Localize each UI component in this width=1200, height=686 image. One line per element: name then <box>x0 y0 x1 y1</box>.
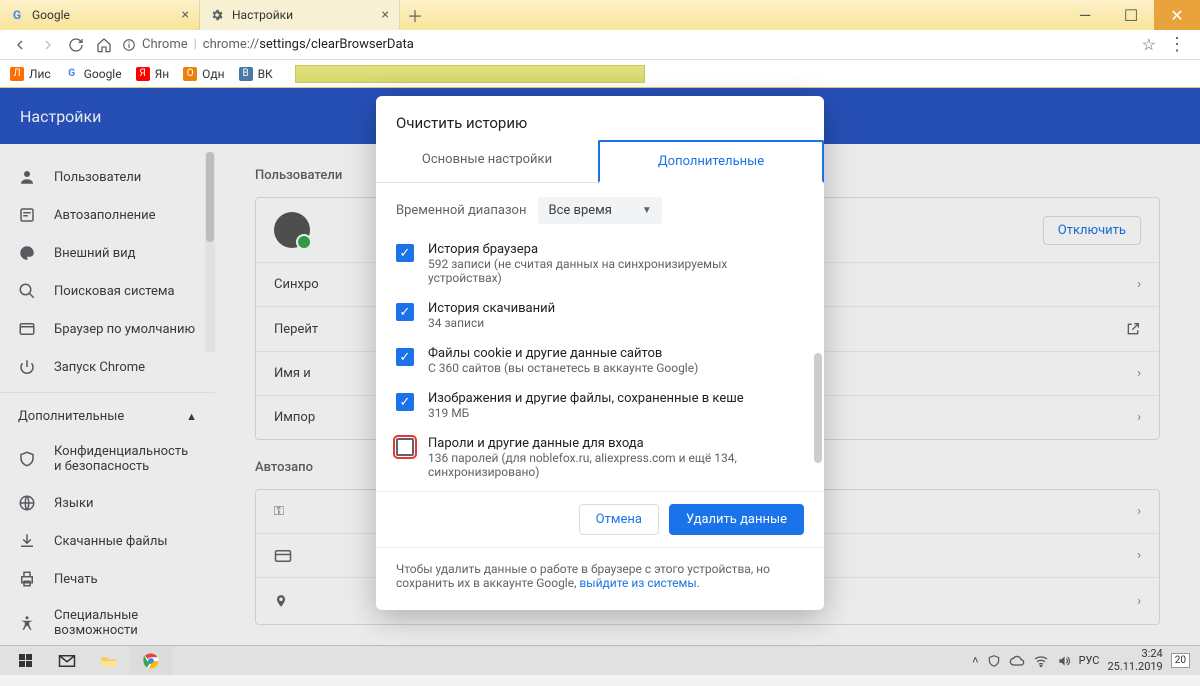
dialog-footer: Чтобы удалить данные о работе в браузере… <box>376 547 824 610</box>
checkbox-label: Изображения и другие файлы, сохраненные … <box>428 391 744 406</box>
site-info-icon[interactable] <box>122 38 136 52</box>
browser-tab-google[interactable]: G Google × <box>0 0 200 30</box>
chevron-down-icon: ▼ <box>642 205 652 216</box>
home-button[interactable] <box>94 35 114 55</box>
browser-tab-settings[interactable]: Настройки × <box>200 0 400 30</box>
tab-basic[interactable]: Основные настройки <box>376 140 598 182</box>
browser-menu-button[interactable]: ⋮ <box>1164 34 1190 55</box>
checkbox-sublabel: 136 паролей (для noblefox.ru, aliexpress… <box>428 451 804 479</box>
tray-chevron-icon[interactable]: ˄ <box>972 654 978 667</box>
tab-title: Настройки <box>232 8 293 22</box>
checkbox[interactable]: ✓ <box>396 438 414 456</box>
clear-data-item: ✓ История скачиваний34 записи <box>396 293 804 338</box>
reload-button[interactable] <box>66 35 86 55</box>
tab-advanced[interactable]: Дополнительные <box>598 140 824 183</box>
address-bar[interactable]: Chrome | chrome://settings/clearBrowserD… <box>122 35 1156 54</box>
windows-logo-icon <box>19 654 32 667</box>
sign-out-link[interactable]: выйдите из системы <box>579 576 696 590</box>
checkbox-label: История скачиваний <box>428 301 555 316</box>
minimize-button[interactable]: — <box>1062 0 1108 30</box>
windows-taskbar: ˄ РУС 3:24 25.11.2019 20 <box>0 645 1200 675</box>
close-tab-icon[interactable]: × <box>182 7 189 23</box>
time-range-row: Временной диапазон Все время ▼ <box>396 197 804 224</box>
tab-title: Google <box>32 8 70 22</box>
tray-volume-icon[interactable] <box>1057 654 1071 668</box>
tray-language[interactable]: РУС <box>1079 654 1100 667</box>
dialog-tabs: Основные настройки Дополнительные <box>376 140 824 183</box>
address-prefix: Chrome <box>142 37 188 52</box>
checkbox[interactable]: ✓ <box>396 348 414 366</box>
back-button[interactable] <box>10 35 30 55</box>
clear-data-item: ✓ Изображения и другие файлы, сохраненные… <box>396 383 804 428</box>
bookmarks-bar: ЛЛис GGoogle ЯЯн ООдн ВВК <box>0 60 1200 88</box>
cancel-button[interactable]: Отмена <box>579 504 659 535</box>
checkbox-label: Пароли и другие данные для входа <box>428 436 804 451</box>
checkbox-sublabel: 592 записи (не считая данных на синхрони… <box>428 257 804 285</box>
checkbox[interactable]: ✓ <box>396 244 414 262</box>
tray-defender-icon[interactable] <box>987 654 1001 668</box>
bookmark-item[interactable]: ЯЯн <box>136 67 170 81</box>
window-titlebar: G Google × Настройки × ＋ — ☐ ✕ <box>0 0 1200 30</box>
maximize-button[interactable]: ☐ <box>1108 0 1154 30</box>
explorer-button[interactable] <box>88 647 130 675</box>
checkbox[interactable]: ✓ <box>396 303 414 321</box>
tray-cloud-icon[interactable] <box>1009 655 1025 667</box>
checkbox[interactable]: ✓ <box>396 393 414 411</box>
checkbox-sublabel: 319 МБ <box>428 406 744 420</box>
bookmark-star-icon[interactable]: ☆ <box>1142 35 1156 54</box>
checkbox-sublabel: С 360 сайтов (вы останетесь в аккаунте G… <box>428 361 698 375</box>
close-window-button[interactable]: ✕ <box>1154 0 1200 30</box>
gear-favicon <box>210 8 224 22</box>
bookmark-item[interactable]: GGoogle <box>65 67 122 81</box>
dialog-body: Временной диапазон Все время ▼ ✓ История … <box>376 183 824 491</box>
clear-data-item: ✓ Файлы cookie и другие данные сайтовС 36… <box>396 338 804 383</box>
time-range-select[interactable]: Все время ▼ <box>538 197 661 224</box>
bookmark-search-strip[interactable] <box>295 65 645 83</box>
tray-wifi-icon[interactable] <box>1033 655 1049 667</box>
clear-data-item: ✓ История браузера592 записи (не считая д… <box>396 234 804 293</box>
dialog-title: Очистить историю <box>376 96 824 140</box>
checkbox-label: Файлы cookie и другие данные сайтов <box>428 346 698 361</box>
system-tray: ˄ РУС 3:24 25.11.2019 20 <box>972 648 1196 672</box>
browser-toolbar: Chrome | chrome://settings/clearBrowserD… <box>0 30 1200 60</box>
window-controls: — ☐ ✕ <box>1062 0 1200 30</box>
chrome-button[interactable] <box>130 647 172 675</box>
clear-data-item: ✓ Пароли и другие данные для входа136 пар… <box>396 428 804 487</box>
address-url: chrome://settings/clearBrowserData <box>203 37 414 52</box>
dialog-scrollbar[interactable] <box>814 353 822 463</box>
checkbox-label: История браузера <box>428 242 804 257</box>
confirm-button[interactable]: Удалить данные <box>669 504 804 535</box>
forward-button[interactable] <box>38 35 58 55</box>
checkbox-sublabel: 34 записи <box>428 316 555 330</box>
bookmark-item[interactable]: ЛЛис <box>10 67 51 81</box>
new-tab-button[interactable]: ＋ <box>400 0 430 30</box>
bookmark-item[interactable]: ООдн <box>183 67 224 81</box>
time-range-label: Временной диапазон <box>396 203 526 218</box>
start-button[interactable] <box>4 647 46 675</box>
close-tab-icon[interactable]: × <box>382 7 389 23</box>
google-favicon: G <box>10 8 24 22</box>
clear-browsing-data-dialog: Очистить историю Основные настройки Допо… <box>376 96 824 610</box>
tray-clock[interactable]: 3:24 25.11.2019 <box>1107 648 1162 672</box>
bookmark-item[interactable]: ВВК <box>239 67 273 81</box>
tray-notifications[interactable]: 20 <box>1171 653 1190 668</box>
taskview-button[interactable] <box>46 647 88 675</box>
dialog-actions: Отмена Удалить данные <box>376 491 824 547</box>
